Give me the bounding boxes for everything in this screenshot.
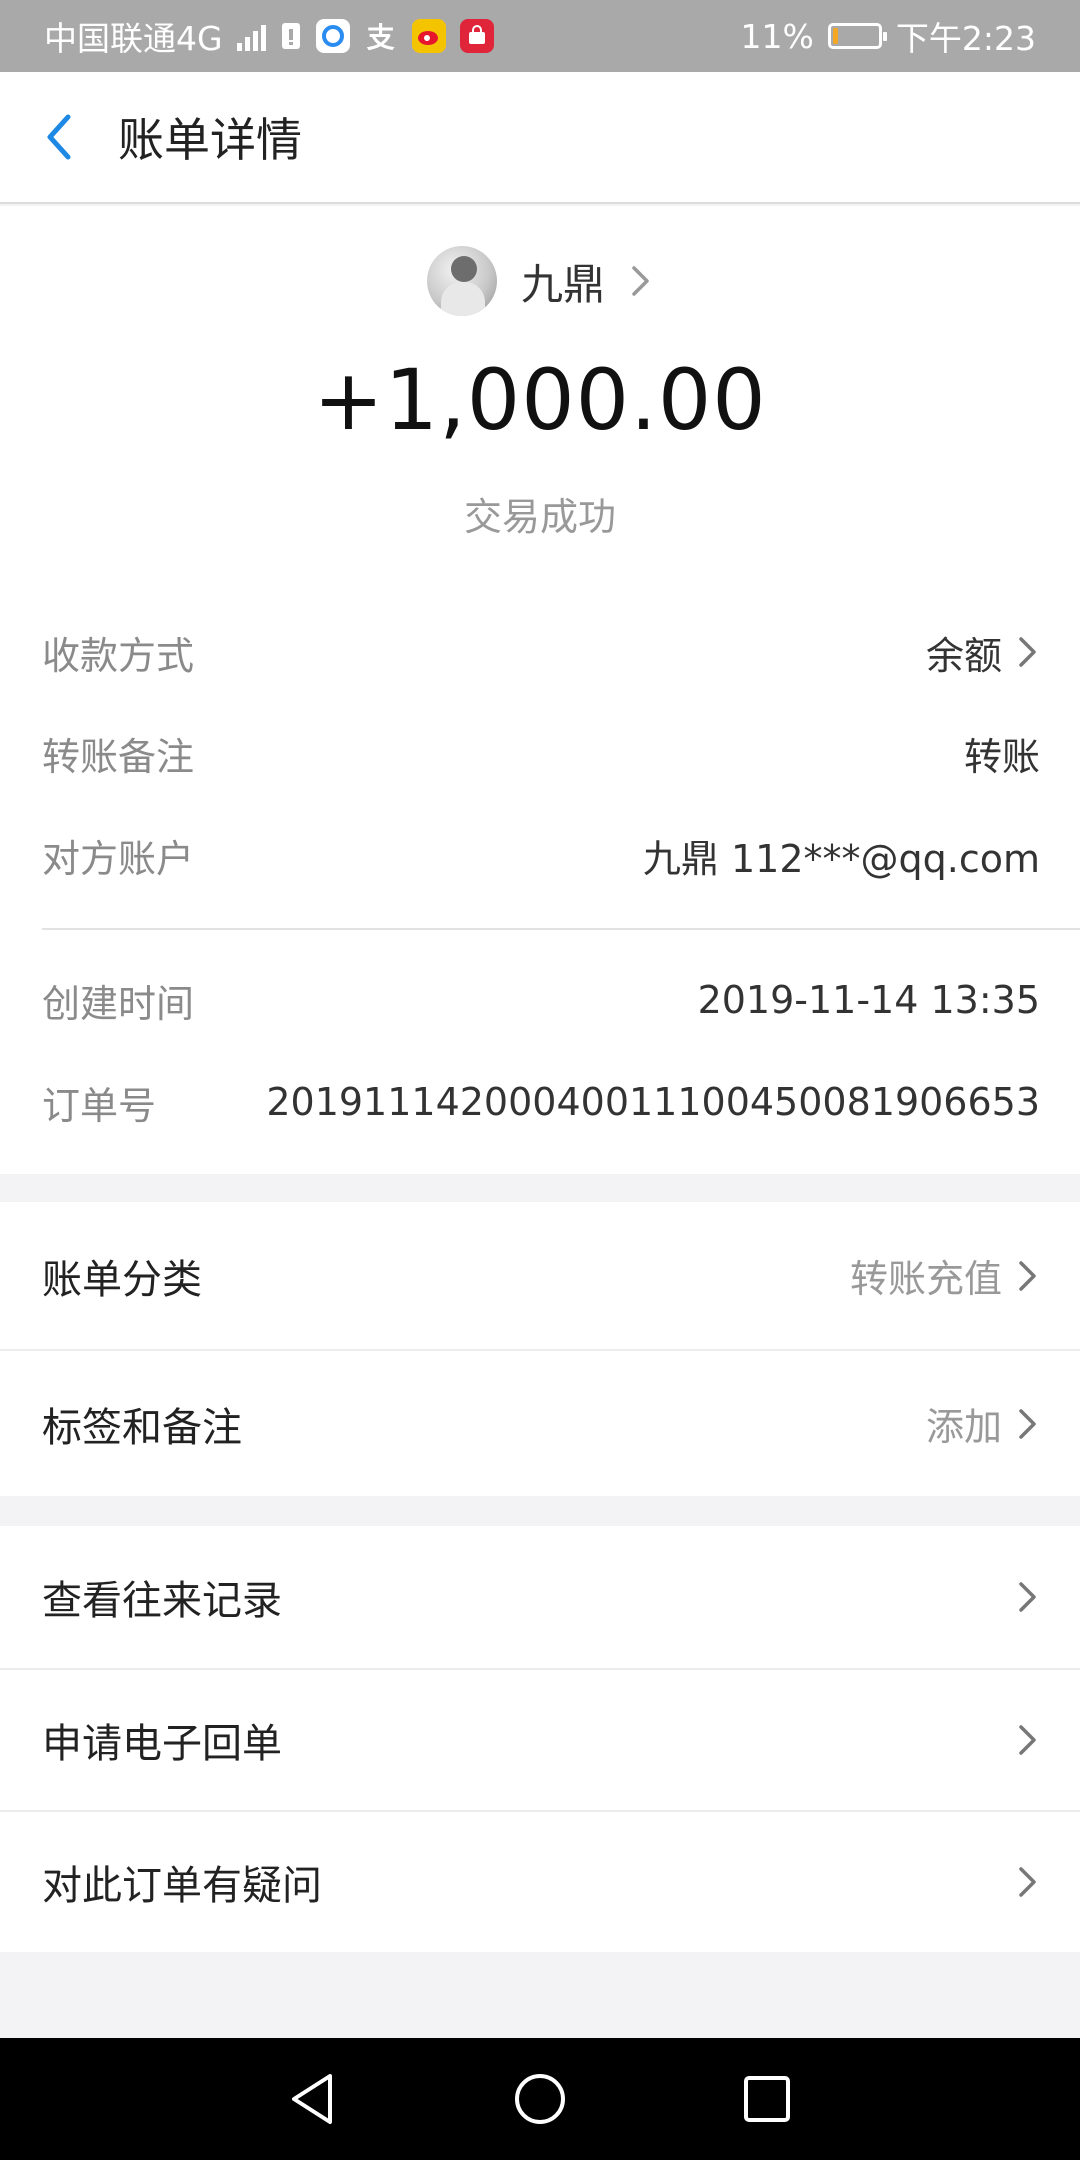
actions-group: 查看往来记录 申请电子回单 对此订单有疑问	[0, 1526, 1080, 1952]
system-nav-bar	[0, 2038, 1080, 2160]
chevron-right-icon	[1019, 1582, 1036, 1612]
nav-recents-button[interactable]	[722, 2054, 812, 2144]
detail-label: 收款方式	[42, 633, 195, 678]
detail-value-text: 余额	[925, 633, 1002, 678]
detail-label: 订单号	[42, 1083, 157, 1128]
transaction-summary: 九鼎 +1,000.00 交易成功 收款方式 余额 转账备注 转账 对方账户 九…	[0, 206, 1080, 1174]
menu-item-label: 标签和备注	[42, 1404, 242, 1451]
menu-item-value: 添加	[925, 1405, 1002, 1449]
detail-value: 20191114200040011100450081906653	[266, 1080, 1040, 1124]
signal-icon	[236, 21, 266, 51]
detail-label: 创建时间	[42, 981, 195, 1026]
chevron-right-icon	[632, 266, 649, 296]
detail-value: 九鼎 112***@qq.com	[642, 836, 1040, 881]
menu-item-right	[1016, 1722, 1040, 1758]
battery-icon	[827, 23, 887, 49]
carrier-label: 中国联通4G	[44, 19, 223, 58]
menu-item-label: 对此订单有疑问	[42, 1863, 322, 1909]
browser-icon	[315, 19, 350, 53]
menu-item-value: 转账充值	[849, 1257, 1002, 1301]
detail-row-order-number: 订单号 20191114200040011100450081906653	[42, 1072, 1040, 1132]
app-bar: 账单详情	[0, 72, 1080, 204]
weibo-icon	[411, 19, 446, 53]
payer-name: 九鼎	[520, 259, 605, 309]
square-recents-icon	[743, 2076, 790, 2122]
request-receipt-item[interactable]: 申请电子回单	[0, 1668, 1080, 1810]
circle-home-icon	[514, 2074, 565, 2124]
chevron-right-icon	[1019, 1408, 1036, 1439]
menu-item-label: 申请电子回单	[42, 1721, 282, 1767]
back-arrow-icon	[47, 114, 71, 160]
shopping-icon	[459, 19, 494, 53]
detail-value: 余额	[926, 625, 1040, 680]
category-group: 账单分类 转账充值 标签和备注 添加	[0, 1202, 1080, 1496]
chevron-right-icon	[1019, 637, 1036, 667]
detail-row-transfer-note: 转账备注 转账	[42, 723, 1040, 783]
menu-item-right	[1016, 1864, 1040, 1900]
tags-notes-item[interactable]: 标签和备注 添加	[0, 1349, 1080, 1496]
status-bar-left: 中国联通4G 支	[44, 12, 494, 60]
detail-value: 2019-11-14 13:35	[697, 978, 1040, 1022]
chevron-right-icon	[1019, 1725, 1036, 1755]
divider	[42, 928, 1080, 930]
chevron-right-icon	[1019, 1260, 1036, 1291]
menu-item-right	[1016, 1579, 1040, 1615]
page-title: 账单详情	[118, 113, 302, 167]
menu-item-right: 添加	[926, 1396, 1040, 1451]
sim-alert-icon	[280, 21, 302, 51]
detail-row-counterparty: 对方账户 九鼎 112***@qq.com	[42, 825, 1040, 885]
detail-label: 转账备注	[42, 734, 195, 779]
detail-row-created-time: 创建时间 2019-11-14 13:35	[42, 970, 1040, 1030]
menu-item-right: 转账充值	[850, 1248, 1040, 1303]
detail-value: 转账	[963, 734, 1040, 779]
back-button[interactable]	[0, 72, 118, 202]
clock: 下午2:23	[895, 19, 1036, 58]
status-bar-right: 11% 下午2:23	[741, 12, 1036, 60]
battery-percent: 11%	[740, 16, 814, 56]
bill-category-item[interactable]: 账单分类 转账充值	[0, 1202, 1080, 1349]
avatar	[426, 246, 497, 316]
menu-item-label: 账单分类	[42, 1256, 202, 1303]
menu-item-label: 查看往来记录	[42, 1578, 282, 1624]
triangle-back-icon	[292, 2074, 333, 2124]
chevron-right-icon	[1019, 1867, 1036, 1897]
payer-link[interactable]: 九鼎	[0, 246, 1080, 316]
alipay-icon: 支	[366, 21, 395, 54]
battery-level-fill	[832, 28, 838, 44]
order-question-item[interactable]: 对此订单有疑问	[0, 1810, 1080, 1952]
nav-home-button[interactable]	[495, 2054, 585, 2144]
view-history-item[interactable]: 查看往来记录	[0, 1526, 1080, 1668]
transaction-status: 交易成功	[463, 495, 616, 539]
amount: +1,000.00	[313, 351, 767, 449]
status-bar: 中国联通4G 支 11% 下午2:23	[0, 0, 1080, 72]
detail-label: 对方账户	[42, 836, 195, 881]
detail-row-payment-method[interactable]: 收款方式 余额	[42, 622, 1040, 682]
nav-back-button[interactable]	[268, 2054, 358, 2144]
